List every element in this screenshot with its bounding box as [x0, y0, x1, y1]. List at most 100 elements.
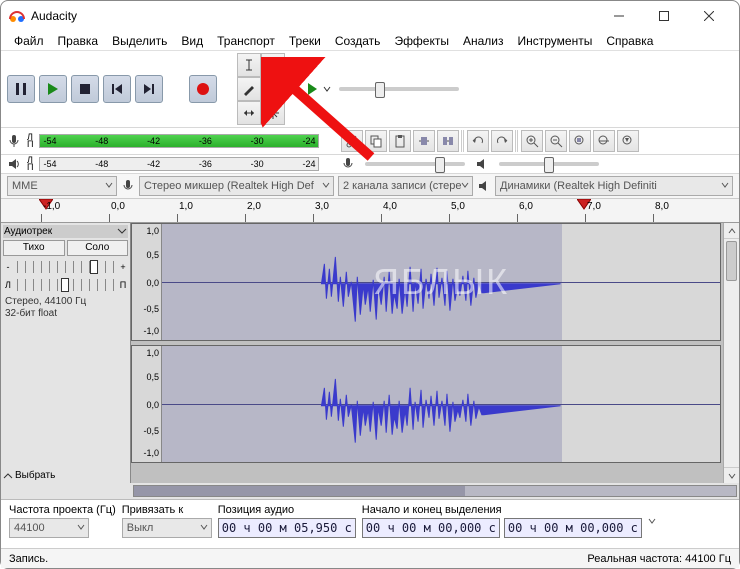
- play-at-speed-icon[interactable]: [307, 83, 319, 95]
- snap-combo[interactable]: Выкл: [122, 518, 212, 538]
- copy-icon[interactable]: [365, 130, 387, 152]
- redo-icon[interactable]: [491, 130, 513, 152]
- window-title: Audacity: [31, 9, 596, 23]
- status-bar: Запись. Реальная частота: 44100 Гц: [1, 548, 739, 568]
- amplitude-axis: 1,0 0,5 0,0 -0,5 -1,0: [132, 346, 162, 462]
- mute-button[interactable]: Тихо: [3, 240, 65, 256]
- recording-device-combo[interactable]: Стерео микшер (Realtek High Def: [139, 176, 334, 196]
- horizontal-scrollbar[interactable]: [1, 483, 739, 499]
- mic-icon: [7, 134, 21, 148]
- selection-tool[interactable]: [237, 53, 261, 77]
- zoom-in-icon[interactable]: [521, 130, 543, 152]
- recording-volume-slider[interactable]: [365, 162, 465, 166]
- waveform-channel-right[interactable]: 1,0 0,5 0,0 -0,5 -1,0: [131, 345, 721, 463]
- chevron-down-icon[interactable]: [323, 85, 331, 93]
- timeshift-tool[interactable]: [237, 101, 261, 125]
- playback-speed-slider[interactable]: [339, 87, 459, 91]
- menubar: Файл Правка Выделить Вид Транспорт Треки…: [1, 31, 739, 51]
- chevron-down-icon: [322, 181, 330, 189]
- menu-view[interactable]: Вид: [174, 32, 210, 50]
- minimize-button[interactable]: [596, 1, 641, 31]
- track-select-button[interactable]: Выбрать: [3, 470, 55, 481]
- chevron-down-icon: [200, 523, 208, 531]
- chevron-down-icon: [461, 181, 469, 189]
- snap-label: Привязать к: [122, 504, 212, 516]
- skip-start-button[interactable]: [103, 75, 131, 103]
- speaker-icon: [7, 157, 21, 171]
- selection-end-readout[interactable]: 00 ч 00 м 00,000 с: [504, 518, 642, 538]
- pause-button[interactable]: [7, 75, 35, 103]
- draw-tool[interactable]: [237, 77, 261, 101]
- zoom-out-icon[interactable]: [545, 130, 567, 152]
- stop-button[interactable]: [71, 75, 99, 103]
- project-rate-label: Частота проекта (Гц): [9, 504, 116, 516]
- chevron-down-icon[interactable]: [648, 517, 656, 525]
- play-button[interactable]: [39, 75, 67, 103]
- edit-icons: [341, 130, 639, 152]
- track-info: Стерео, 44100 Гц 32-бит float: [3, 294, 128, 322]
- waveform-area[interactable]: 1,0 0,5 0,0 -0,5 -1,0 ЯБЛЫК 1,0: [131, 223, 739, 483]
- fit-project-icon[interactable]: [593, 130, 615, 152]
- multi-tool[interactable]: [261, 101, 285, 125]
- track-area: Аудиотрек Тихо Соло -+ ЛП Стерео, 44100 …: [1, 223, 739, 483]
- menu-transport[interactable]: Транспорт: [210, 32, 282, 50]
- menu-edit[interactable]: Правка: [51, 32, 106, 50]
- timeline-ruler[interactable]: -1,00,01,02,03,04,05,06,07,08,0: [1, 199, 739, 223]
- playback-volume-slider[interactable]: [499, 162, 599, 166]
- recording-meter-row: ЛП -54-48-42-36-30-24: [1, 128, 739, 155]
- project-rate-combo[interactable]: 44100: [9, 518, 89, 538]
- pan-slider[interactable]: [17, 279, 114, 291]
- device-toolbar: MME Стерео микшер (Realtek High Def 2 ка…: [1, 174, 739, 199]
- gain-slider[interactable]: [17, 261, 114, 273]
- track-control-panel: Аудиотрек Тихо Соло -+ ЛП Стерео, 44100 …: [1, 223, 131, 483]
- waveform-svg: [162, 224, 720, 344]
- menu-select[interactable]: Выделить: [105, 32, 174, 50]
- cut-icon[interactable]: [341, 130, 363, 152]
- zoom-toggle-icon[interactable]: [617, 130, 639, 152]
- status-right: Реальная частота: 44100 Гц: [587, 553, 731, 565]
- solo-button[interactable]: Соло: [67, 240, 129, 256]
- undo-icon[interactable]: [467, 130, 489, 152]
- mic-icon-small: [341, 157, 355, 171]
- recording-channels-combo[interactable]: 2 канала записи (стере: [338, 176, 473, 196]
- zoom-sel-icon[interactable]: [569, 130, 591, 152]
- audio-host-combo[interactable]: MME: [7, 176, 117, 196]
- tools-palette: [237, 53, 285, 125]
- waveform-channel-left[interactable]: 1,0 0,5 0,0 -0,5 -1,0 ЯБЛЫК: [131, 223, 721, 341]
- audio-position-label: Позиция аудио: [218, 504, 356, 516]
- selection-start-readout[interactable]: 00 ч 00 м 00,000 с: [362, 518, 500, 538]
- paste-icon[interactable]: [389, 130, 411, 152]
- playback-device-combo[interactable]: Динамики (Realtek High Definiti: [495, 176, 733, 196]
- track-name[interactable]: Аудиотрек: [4, 226, 115, 237]
- track-menu-chevron-icon[interactable]: [117, 226, 127, 236]
- envelope-tool[interactable]: [261, 53, 285, 77]
- play-LR-label: ЛП: [27, 157, 33, 171]
- status-left: Запись.: [9, 553, 48, 565]
- maximize-button[interactable]: [641, 1, 686, 31]
- skip-end-button[interactable]: [135, 75, 163, 103]
- silence-icon[interactable]: [437, 130, 459, 152]
- scrollbar-thumb[interactable]: [726, 241, 737, 281]
- chevron-up-icon: [3, 471, 13, 481]
- scroll-down-icon[interactable]: [724, 467, 739, 483]
- menu-tracks[interactable]: Треки: [282, 32, 328, 50]
- menu-tools[interactable]: Инструменты: [511, 32, 600, 50]
- menu-analyze[interactable]: Анализ: [456, 32, 511, 50]
- menu-generate[interactable]: Создать: [328, 32, 388, 50]
- playback-meter[interactable]: -54-48-42-36-30-24: [39, 157, 319, 171]
- menu-file[interactable]: Файл: [7, 32, 51, 50]
- close-button[interactable]: [686, 1, 731, 31]
- scroll-up-icon[interactable]: [724, 223, 739, 239]
- app-icon: [9, 8, 25, 24]
- menu-effects[interactable]: Эффекты: [387, 32, 456, 50]
- zoom-tool[interactable]: [261, 77, 285, 101]
- menu-help[interactable]: Справка: [599, 32, 660, 50]
- trim-icon[interactable]: [413, 130, 435, 152]
- recording-meter[interactable]: -54-48-42-36-30-24: [39, 134, 319, 148]
- scrollbar-thumb[interactable]: [134, 486, 465, 496]
- vertical-scrollbar[interactable]: [723, 223, 739, 483]
- playback-meter-row: ЛП -54-48-42-36-30-24: [1, 155, 739, 174]
- audio-position-readout[interactable]: 00 ч 00 м 05,950 с: [218, 518, 356, 538]
- selection-toolbar: Частота проекта (Гц) 44100 Привязать к В…: [1, 499, 739, 542]
- record-button[interactable]: [189, 75, 217, 103]
